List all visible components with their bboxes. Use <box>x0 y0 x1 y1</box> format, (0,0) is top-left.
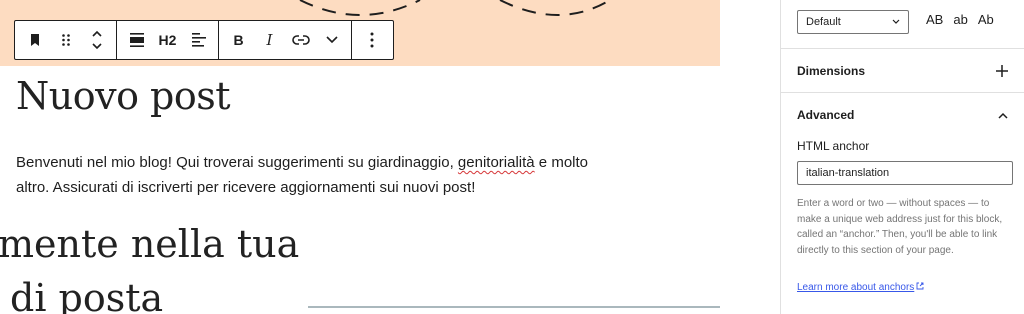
uppercase-button[interactable]: AB <box>926 12 943 27</box>
learn-more-label: Learn more about anchors <box>797 282 915 293</box>
anchor-help-text: Enter a word or two — without spaces — t… <box>797 198 1003 256</box>
bookmark-icon[interactable] <box>19 21 50 59</box>
section-heading-line-1[interactable]: mente nella tua <box>0 222 299 266</box>
intro-paragraph[interactable]: Benvenuti nel mio blog! Qui troverai sug… <box>16 150 596 200</box>
external-link-icon <box>916 282 924 290</box>
italic-button[interactable]: I <box>254 21 285 59</box>
settings-sidebar: Default AB ab Ab Dimensions Advanced HTM… <box>780 0 1024 314</box>
heading-level-button[interactable]: H2 <box>152 21 183 59</box>
html-anchor-input[interactable]: italian-translation <box>797 161 1013 185</box>
drag-handle-icon[interactable] <box>50 21 81 59</box>
advanced-panel-toggle[interactable]: Advanced <box>781 93 1024 137</box>
dimensions-title: Dimensions <box>797 64 866 78</box>
more-options-icon[interactable] <box>356 21 387 59</box>
editor-canvas: H2 B I Nuovo post Benvenuti nel mio blog… <box>0 0 780 314</box>
chevron-down-icon[interactable] <box>316 21 347 59</box>
intro-text-start: Benvenuti nel mio blog! Qui troverai sug… <box>16 154 458 171</box>
misspelled-word: genitorialità <box>457 154 535 171</box>
dimensions-panel-toggle[interactable]: Dimensions <box>781 49 1024 93</box>
letter-case-group: AB ab Ab <box>926 12 994 27</box>
lowercase-button[interactable]: ab <box>953 12 967 27</box>
chevron-down-icon <box>892 19 900 24</box>
link-icon[interactable] <box>285 21 316 59</box>
text-align-icon[interactable] <box>183 21 214 59</box>
chevron-up-icon <box>998 112 1008 119</box>
html-anchor-label: HTML anchor <box>797 139 870 153</box>
font-appearance-select[interactable]: Default <box>797 10 909 34</box>
plus-icon <box>996 65 1008 77</box>
section-heading-line-2[interactable]: di posta <box>10 276 163 314</box>
post-title[interactable]: Nuovo post <box>16 74 231 118</box>
dimensions-panel: Dimensions <box>781 48 1024 93</box>
align-full-width-icon[interactable] <box>121 21 152 59</box>
learn-more-link[interactable]: Learn more about anchors <box>797 282 924 293</box>
divider-line <box>308 306 720 308</box>
bold-button[interactable]: B <box>223 21 254 59</box>
capitalize-button[interactable]: Ab <box>978 12 994 27</box>
block-toolbar: H2 B I <box>14 20 394 60</box>
italic-label: I <box>266 31 273 49</box>
advanced-title: Advanced <box>797 108 855 122</box>
move-up-down-icon[interactable] <box>81 21 112 59</box>
font-select-value: Default <box>806 16 841 28</box>
